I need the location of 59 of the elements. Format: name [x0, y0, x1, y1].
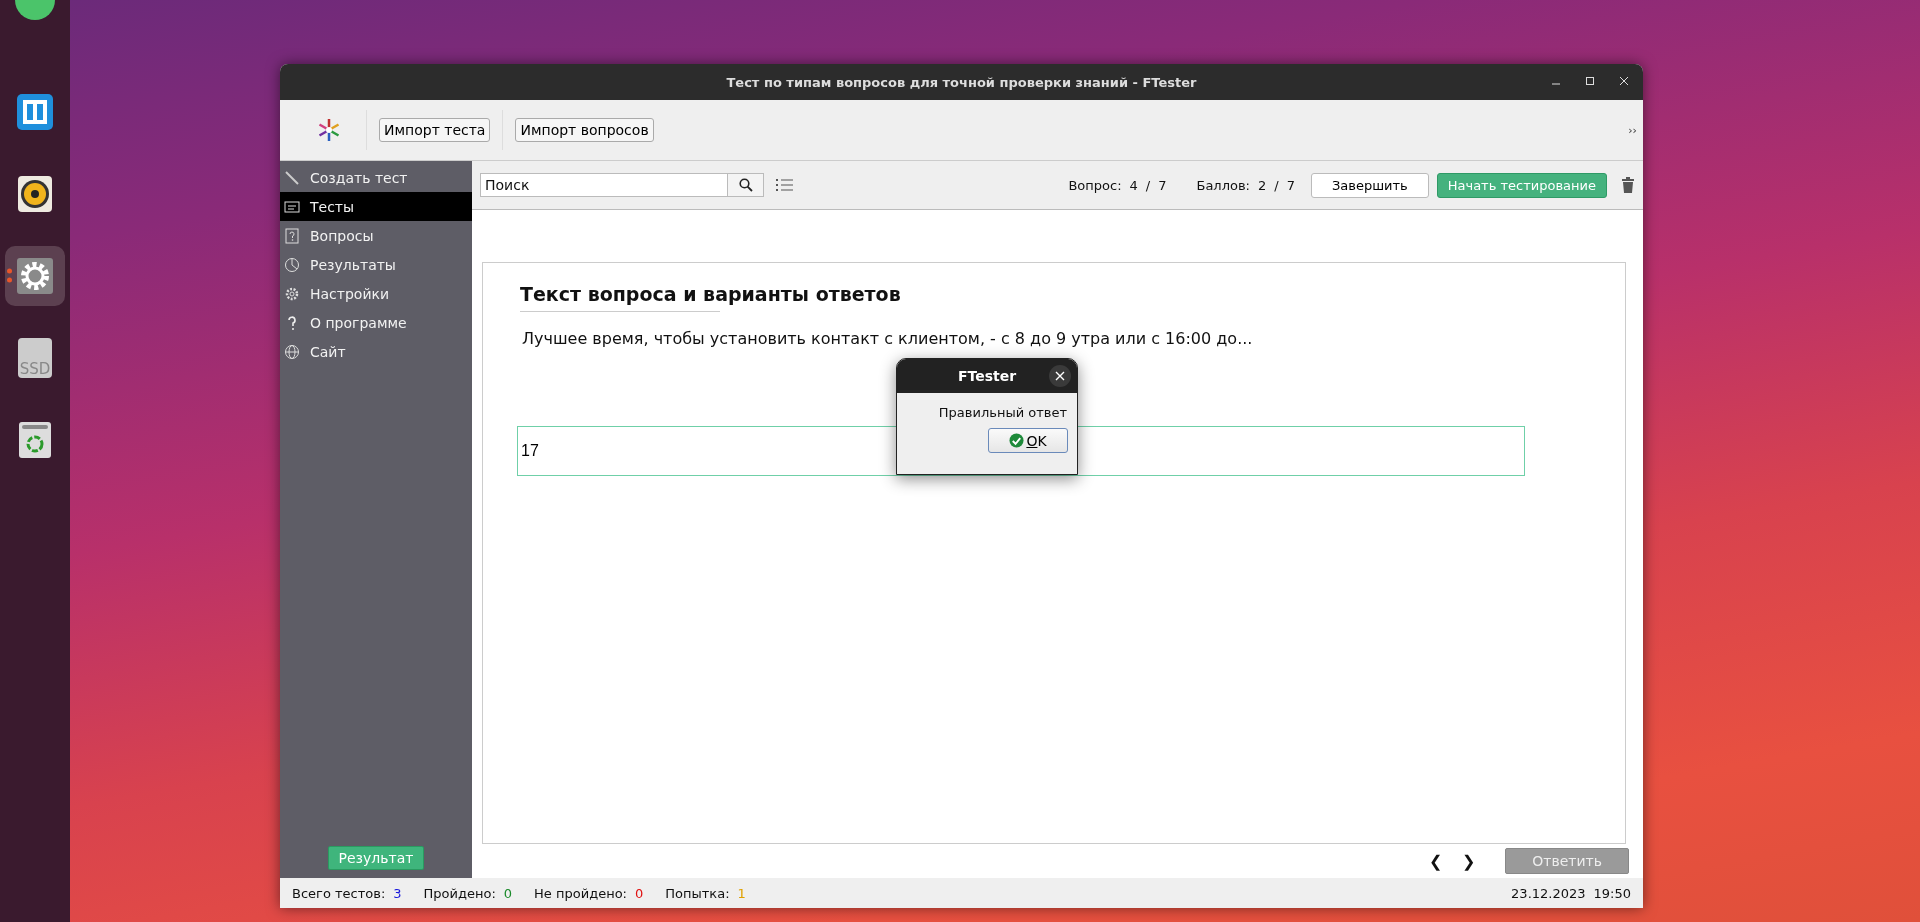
app-icon[interactable] — [15, 0, 55, 20]
question-counter-separator: / — [1145, 177, 1151, 193]
question-total: 7 — [1158, 177, 1167, 193]
running-indicator-icon — [7, 268, 12, 284]
sidebar-item[interactable]: Сайт — [280, 337, 472, 366]
window-title: Тест по типам вопросов для точной проверки знаний - FTester — [726, 74, 1197, 90]
logo-icon — [316, 117, 342, 143]
toolbar-overflow-button[interactable]: ›› — [1628, 123, 1637, 137]
finish-button[interactable]: Завершить — [1310, 172, 1429, 198]
question-counter: 4 — [1129, 177, 1138, 193]
toolbar-button[interactable]: Импорт теста — [379, 118, 491, 142]
question-heading: Текст вопроса и варианты ответов — [520, 283, 901, 307]
search-button[interactable] — [728, 173, 764, 197]
dialog-title: FTester — [957, 368, 1017, 384]
status-label: Не пройдено: — [534, 885, 627, 901]
close-icon[interactable] — [1617, 74, 1631, 88]
globe-icon — [284, 343, 300, 360]
status-label: Пройдено: — [423, 885, 496, 901]
settings-icon — [284, 285, 300, 302]
sidebar-item[interactable]: Результаты — [280, 250, 472, 279]
close-button[interactable] — [1049, 365, 1071, 387]
list-view-icon[interactable] — [776, 177, 794, 193]
toolbar-button[interactable]: Импорт вопросов — [515, 118, 654, 142]
score-separator: / — [1274, 177, 1279, 193]
status-count: 3 — [393, 885, 402, 901]
status-date: 23.12.2023 — [1511, 885, 1586, 901]
trash-icon[interactable] — [1621, 177, 1635, 193]
status-count: 1 — [737, 885, 746, 901]
speaker-icon[interactable] — [15, 174, 55, 214]
status-count: 0 — [635, 885, 644, 901]
score-label: Баллов: — [1196, 177, 1250, 193]
next-button[interactable]: ❯ — [1460, 851, 1478, 871]
sidebar-item[interactable]: Настройки — [280, 279, 472, 308]
window-split-icon[interactable] — [15, 92, 55, 132]
question-text: Лучшее время, чтобы установить контакт с клиентом, - с 8 до 9 утра или с 16:00 до... — [522, 329, 1254, 348]
search-icon — [738, 178, 753, 192]
pencil-icon — [284, 169, 300, 186]
gear-icon[interactable] — [15, 256, 55, 296]
ok-button[interactable]: OK — [988, 428, 1068, 453]
status-time: 19:50 — [1593, 885, 1631, 901]
question-label: Вопрос: — [1068, 177, 1122, 193]
maximize-icon[interactable] — [1583, 74, 1597, 88]
pie-chart-icon — [284, 256, 300, 273]
previous-button[interactable]: ❮ — [1427, 851, 1445, 871]
sidebar-item[interactable]: Тесты — [280, 192, 472, 221]
search-field[interactable]: Поиск — [480, 173, 728, 197]
close-icon — [1055, 371, 1065, 381]
status-count: 0 — [503, 885, 513, 901]
status-label: Всего тестов: — [292, 885, 386, 901]
check-icon — [1009, 433, 1025, 448]
score-counter: 2 — [1257, 177, 1267, 193]
sidebar-item[interactable]: Вопросы — [280, 221, 472, 250]
sidebar-item[interactable]: Создать тест — [280, 163, 472, 192]
dialog-message: Правильный ответ — [937, 404, 1068, 420]
list-icon — [284, 198, 300, 215]
sidebar-item[interactable]: О программе — [280, 308, 472, 337]
status-label: Попытка: — [665, 885, 730, 901]
score-total: 7 — [1286, 177, 1295, 193]
question-icon — [284, 227, 300, 244]
